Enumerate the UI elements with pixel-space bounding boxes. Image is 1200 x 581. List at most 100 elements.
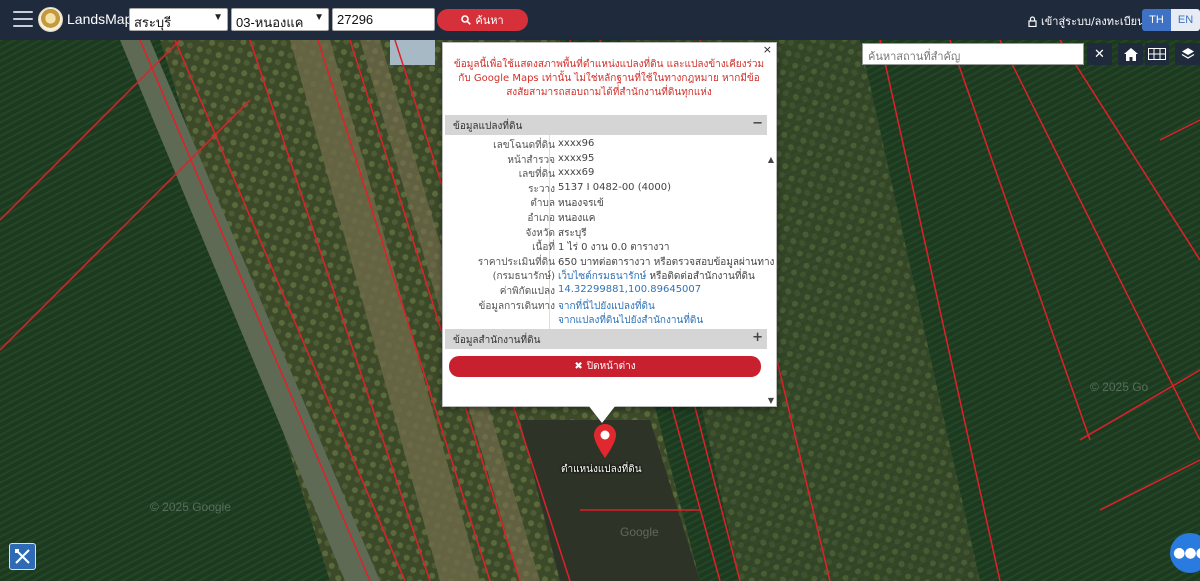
info-row-text: 650 บาทต่อตารางวา หรือตรวจสอบข้อมูลผ่านท… xyxy=(558,256,775,268)
popup-close-icon[interactable]: × xyxy=(763,43,772,56)
info-row-link[interactable]: จากที่นี่ไปยังแปลงที่ดิน xyxy=(558,301,655,312)
info-row: หน้าสำรวจ xxxx95 xyxy=(445,153,767,167)
login-label: เข้าสู่ระบบ/ลงทะเบียน xyxy=(1041,15,1145,28)
info-row-label: เลขที่ดิน xyxy=(518,169,555,181)
login-link[interactable]: เข้าสู่ระบบ/ลงทะเบียน xyxy=(1028,12,1145,30)
info-row: ข้อมูลการเดินทาง จากที่นี่ไปยังแปลงที่ดิน xyxy=(445,299,767,313)
place-search-input[interactable]: ค้นหาสถานที่สำคัญ xyxy=(862,43,1084,65)
info-row: เลขที่ดิน xxxx69 xyxy=(445,167,767,181)
office-info-header[interactable]: ข้อมูลสำนักงานที่ดิน + xyxy=(445,329,767,349)
tools-icon xyxy=(15,549,30,564)
info-row: จังหวัด สระบุรี xyxy=(445,226,767,240)
info-row-value: เว็บไซต์กรมธนารักษ์ หรือติดต่อสำนักงานที… xyxy=(558,269,755,284)
info-row-value: 14.32299881,100.89645007 xyxy=(558,284,701,295)
measure-tool-button[interactable] xyxy=(9,543,36,570)
clear-search-button[interactable]: ✕ xyxy=(1087,43,1112,65)
info-row-value: xxxx96 xyxy=(558,138,594,149)
info-row-value: สระบุรี xyxy=(558,226,587,241)
info-row: ระวาง 5137 I 0482-00 (4000) xyxy=(445,182,767,196)
info-row-label: เลขโฉนดที่ดิน xyxy=(493,140,555,151)
layers-icon xyxy=(1181,48,1194,59)
info-row: เลขโฉนดที่ดิน xxxx96 xyxy=(445,138,767,152)
info-row: ตำบล หนองจรเข้ xyxy=(445,196,767,210)
province-select-value: สระบุรี xyxy=(134,15,172,30)
info-row-label: ตำบล xyxy=(530,198,555,210)
info-row-text: หนองจรเข้ xyxy=(558,198,604,210)
grid-icon xyxy=(1148,48,1166,60)
layers-button[interactable] xyxy=(1175,43,1200,65)
info-row-value: หนองแค xyxy=(558,211,595,226)
home-icon xyxy=(1123,47,1138,61)
info-row: ราคาประเมินที่ดิน 650 บาทต่อตารางวา หรือต… xyxy=(445,255,775,269)
info-row-label: หน้าสำรวจ xyxy=(507,154,555,166)
info-row: (กรมธนารักษ์) เว็บไซต์กรมธนารักษ์ หรือติด… xyxy=(445,269,767,283)
menu-icon[interactable] xyxy=(13,11,33,27)
home-button[interactable] xyxy=(1118,43,1143,65)
info-row: ค่าพิกัดแปลง 14.32299881,100.89645007 xyxy=(445,284,767,298)
info-row-value: 650 บาทต่อตารางวา หรือตรวจสอบข้อมูลผ่านท… xyxy=(558,255,774,270)
parcel-info-popup: × ข้อมูลนี้เพื่อใช้แสดงสภาพพื้นที่ตำแหน่… xyxy=(442,42,777,407)
parcel-number-value: 27296 xyxy=(337,12,374,27)
info-row-text: 5137 I 0482-00 (4000) xyxy=(558,181,671,193)
location-pin-icon[interactable] xyxy=(594,424,616,462)
close-window-label: ปิดหน้าต่าง xyxy=(586,361,636,372)
info-row: อำเภอ หนองแค xyxy=(445,211,767,225)
info-row-label: ค่าพิกัดแปลง xyxy=(499,286,555,297)
district-select-value: 03-หนองแค xyxy=(236,15,304,30)
info-row-label: จังหวัด xyxy=(525,227,555,239)
info-row-value: 5137 I 0482-00 (4000) xyxy=(558,182,671,193)
info-row-text: สระบุรี xyxy=(558,227,587,239)
info-row-link[interactable]: 14.32299881,100.89645007 xyxy=(558,284,701,295)
close-window-button[interactable]: ✖ ปิดหน้าต่าง xyxy=(449,356,761,377)
info-row-value: xxxx69 xyxy=(558,167,594,178)
info-row-label: (กรมธนารักษ์) xyxy=(492,271,555,283)
close-icon: ✖ xyxy=(574,361,583,372)
info-row-text: หนองแค xyxy=(558,213,596,224)
info-row-value: 1 ไร่ 0 งาน 0.0 ตารางวา xyxy=(558,240,669,255)
collapse-icon[interactable]: − xyxy=(752,116,763,131)
info-row-text: xxxx95 xyxy=(558,152,595,164)
map-watermark: Google xyxy=(620,525,659,539)
info-row-text: 1 ไร่ 0 งาน 0.0 ตารางวา xyxy=(558,242,670,254)
lock-icon xyxy=(1028,15,1037,27)
search-icon xyxy=(461,15,472,25)
info-row-label: อำเภอ xyxy=(527,213,555,224)
chevron-down-icon: ▼ xyxy=(213,12,223,23)
more-icon: ●●● xyxy=(1173,545,1200,561)
info-row-value: จากที่นี่ไปยังแปลงที่ดิน xyxy=(558,299,655,314)
logo xyxy=(38,7,63,32)
info-row-label: ข้อมูลการเดินทาง xyxy=(478,300,555,312)
top-navbar: LandsMaps สระบุรี ▼ 03-หนองแค ▼ 27296 ค้… xyxy=(0,0,1200,40)
marker-label: ตำแหน่งแปลงที่ดิน xyxy=(561,464,642,475)
district-select[interactable]: 03-หนองแค ▼ xyxy=(231,8,329,31)
info-row-link[interactable]: จากแปลงที่ดินไปยังสำนักงานที่ดิน xyxy=(558,315,703,326)
grid-button[interactable] xyxy=(1145,43,1169,65)
info-row-value: xxxx95 xyxy=(558,153,594,164)
search-button[interactable]: ค้นหา xyxy=(437,9,528,31)
info-row-label: ระวาง xyxy=(528,183,555,195)
province-select[interactable]: สระบุรี ▼ xyxy=(129,8,228,31)
info-row: เนื้อที่ 1 ไร่ 0 งาน 0.0 ตารางวา xyxy=(445,240,767,254)
parcel-number-input[interactable]: 27296 xyxy=(332,8,435,31)
info-row: จากแปลงที่ดินไปยังสำนักงานที่ดิน xyxy=(445,313,767,327)
info-row-link[interactable]: เว็บไซต์กรมธนารักษ์ xyxy=(558,271,646,282)
lang-th-button[interactable]: TH xyxy=(1142,9,1171,31)
popup-pointer xyxy=(588,405,616,423)
info-row-text: xxxx69 xyxy=(558,167,595,179)
expand-icon[interactable]: + xyxy=(752,330,763,345)
parcel-info-header[interactable]: ข้อมูลแปลงที่ดิน − xyxy=(445,115,767,135)
info-row-label: เนื้อที่ xyxy=(532,242,555,254)
info-row-label: ราคาประเมินที่ดิน xyxy=(477,256,555,268)
chevron-down-icon: ▼ xyxy=(314,12,324,23)
info-row-text: xxxx96 xyxy=(558,138,595,149)
info-row-text: หรือติดต่อสำนักงานที่ดิน xyxy=(646,271,755,283)
scroll-down-arrow[interactable]: ▼ xyxy=(768,396,774,405)
office-info-title: ข้อมูลสำนักงานที่ดิน xyxy=(453,335,541,346)
lang-en-button[interactable]: EN xyxy=(1171,9,1200,31)
map-watermark: © 2025 Go xyxy=(1090,380,1149,394)
place-search-placeholder: ค้นหาสถานที่สำคัญ xyxy=(868,50,961,63)
scroll-up-arrow[interactable]: ▲ xyxy=(768,155,774,164)
info-row-value: หนองจรเข้ xyxy=(558,196,604,211)
disclaimer-text: ข้อมูลนี้เพื่อใช้แสดงสภาพพื้นที่ตำแหน่งแ… xyxy=(453,59,765,98)
map-watermark: © 2025 Google xyxy=(150,500,231,514)
